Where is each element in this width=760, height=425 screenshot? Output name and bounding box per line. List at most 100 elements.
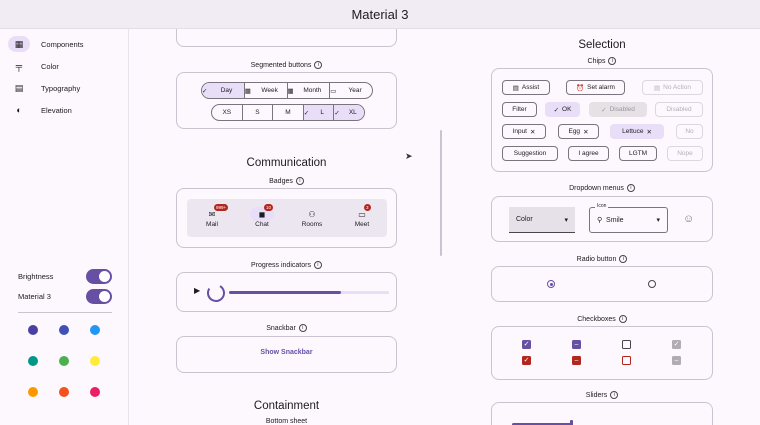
nav-item-elevation[interactable]: ◐ Elevation [8, 101, 72, 119]
color-seed-swatch[interactable] [90, 356, 100, 366]
nav-item-label: Color [41, 61, 59, 71]
checkbox-error-checked[interactable]: ✓ [522, 356, 531, 365]
info-icon: i [313, 261, 322, 269]
nav-destination-label: Rooms [301, 221, 323, 228]
segment-year[interactable]: ▭ Year [330, 83, 372, 98]
radio-selected[interactable] [547, 280, 555, 288]
widgets-icon: ▦ [8, 36, 30, 52]
snackbar-label: Snackbar i [176, 324, 397, 332]
checkbox-unchecked[interactable] [622, 340, 631, 349]
lettuce-input-chip[interactable]: Lettuce ✕ [610, 124, 664, 139]
chips-label: Chips i [491, 57, 713, 65]
info-icon: i [619, 255, 628, 263]
progress-indicators-card: ▶ [176, 272, 397, 312]
nav-destination-rooms[interactable]: ⚇ Rooms [299, 207, 325, 229]
nav-destination-label: Mail [206, 221, 218, 228]
dropdown-floating-label: Icon [595, 203, 609, 209]
i-agree-chip[interactable]: I agree [568, 146, 609, 161]
radio-unselected[interactable] [648, 280, 656, 288]
sidebar-divider [18, 312, 112, 313]
scrollbar-thumb[interactable] [440, 130, 442, 256]
event-icon: ▤ [654, 84, 661, 92]
segmented-buttons-label: Segmented buttons i [176, 61, 397, 69]
color-seed-swatch[interactable] [90, 325, 100, 335]
checkbox-error-indeterminate[interactable]: – [572, 356, 581, 365]
input-chip[interactable]: Input ✕ [502, 124, 546, 139]
segment-xl[interactable]: ✓ XL [334, 105, 364, 120]
nav-item-label: Elevation [41, 105, 72, 115]
segment-l[interactable]: ✓ L [303, 105, 335, 120]
color-seed-swatch[interactable] [59, 356, 69, 366]
navigation-rail: ▦ Components ╤ Color ▤ Typography ◐ Elev… [0, 29, 129, 425]
nav-item-typography[interactable]: ▤ Typography [8, 79, 80, 97]
arrow-drop-down-icon: ▾ [656, 217, 660, 224]
segment-day[interactable]: ✓ Day [202, 83, 245, 98]
icon-dropdown[interactable]: Icon ⚲ Smile ▾ [589, 203, 668, 233]
assist-chip[interactable]: ▤ Assist [502, 80, 550, 95]
info-icon: i [295, 177, 304, 185]
segment-xs[interactable]: XS [212, 105, 243, 120]
info-icon: i [314, 61, 323, 69]
segmented-buttons-card: ✓ Day ▦ Week ▦ Month ▭ Year XS S M ✓ L ✓… [176, 72, 397, 129]
containment-title: Containment [253, 400, 320, 412]
ok-filter-chip[interactable]: ✓ OK [545, 102, 580, 117]
checkbox-indeterminate[interactable]: – [572, 340, 581, 349]
color-seed-swatch[interactable] [90, 387, 100, 397]
material3-switch[interactable] [86, 288, 112, 304]
color-seed-swatch[interactable] [28, 387, 38, 397]
badges-card: ✉ 999+ Mail ◼ 10 Chat ⚇ Rooms ▭ 3 Meet [176, 188, 397, 248]
format-paint-icon: ╤ [15, 61, 23, 71]
nav-destination-label: Meet [354, 221, 370, 228]
color-dropdown[interactable]: Color ▾ [509, 207, 575, 233]
nav-item-components[interactable]: ▦ Components [8, 35, 84, 53]
nope-chip: Nope [667, 146, 703, 161]
filter-chip[interactable]: Filter [502, 102, 537, 117]
segment-m[interactable]: M [273, 105, 304, 120]
nav-destination-meet[interactable]: ▭ 3 Meet [349, 204, 375, 228]
color-seed-swatch[interactable] [59, 387, 69, 397]
disabled-selected-chip: ✓ Disabled [589, 102, 647, 117]
nav-item-color[interactable]: ╤ Color [8, 57, 59, 75]
sliders-label: Sliders i [491, 391, 713, 399]
components-page: ✺ ✺ ✺ ✺ Segmented buttonsi ✓ Day ▦ Week … [129, 29, 760, 425]
checkbox-checked[interactable]: ✓ [522, 340, 531, 349]
badge: 10 [264, 204, 274, 211]
nav-item-label: Typography [41, 83, 81, 93]
color-seed-swatch[interactable] [28, 325, 38, 335]
sliders-card [491, 402, 713, 425]
egg-input-chip[interactable]: Egg ✕ [558, 124, 599, 139]
show-snackbar-button[interactable]: Show Snackbar [177, 349, 396, 356]
nav-destination-chat[interactable]: ◼ 10 Chat [249, 204, 275, 228]
arrow-drop-down-icon: ▾ [564, 216, 568, 224]
color-seed-swatch[interactable] [59, 325, 69, 335]
snackbar-card: Show Snackbar [176, 336, 397, 373]
set-alarm-chip[interactable]: ⏰ Set alarm [566, 80, 625, 95]
slider-handle[interactable] [570, 420, 573, 425]
badges-label: Badges i [176, 177, 397, 185]
group-icon: ⚇ [308, 209, 316, 219]
brightness-row: Brightness [18, 268, 112, 284]
mail-icon: ✉ 999+ [208, 204, 229, 219]
color-seed-swatch[interactable] [28, 356, 38, 366]
close-icon: ✕ [646, 128, 652, 136]
segment-month[interactable]: ▦ Month [288, 83, 331, 98]
bottom-sheet-label: Bottom sheet [265, 418, 308, 425]
progress-indicators-label: Progress indicators i [176, 261, 397, 269]
info-icon: i [608, 57, 617, 65]
nav-destination-mail[interactable]: ✉ 999+ Mail [199, 204, 229, 228]
contrast-icon: ◐ [16, 105, 22, 115]
segment-week[interactable]: ▦ Week [245, 83, 288, 98]
disabled-chip: Disabled [655, 102, 703, 117]
brightness-switch[interactable] [86, 268, 112, 284]
material3-label: Material 3 [18, 291, 51, 301]
play-icon[interactable]: ▶ [194, 286, 200, 295]
lgtm-chip[interactable]: LGTM [619, 146, 657, 161]
communication-title: Communication [246, 157, 327, 169]
checkbox-disabled-indeterminate: – [672, 356, 681, 365]
segment-s[interactable]: S [243, 105, 274, 120]
chips-card: ▤ Assist ⏰ Set alarm ▤ No Action Filter ✓ OK… [491, 68, 713, 172]
article-icon: ▤ [14, 82, 24, 93]
suggestion-chip[interactable]: Suggestion [502, 146, 558, 161]
window-title: Material 3 [351, 6, 409, 22]
checkbox-error-unchecked[interactable] [622, 356, 631, 365]
